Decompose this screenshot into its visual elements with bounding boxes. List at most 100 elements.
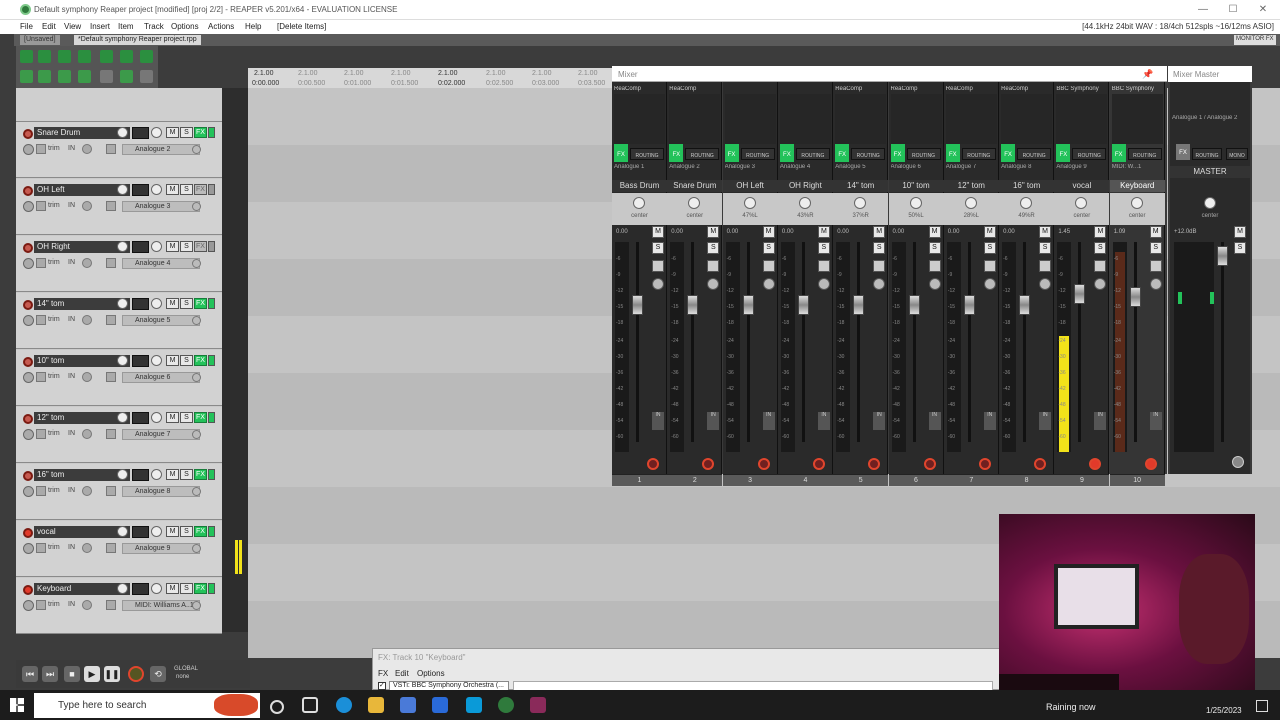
fx-slot[interactable]: BBC Symphony — [1112, 86, 1163, 94]
input-selector[interactable]: Analogue 2 — [122, 144, 200, 155]
strip-name[interactable]: vocal — [1054, 180, 1110, 192]
close-button[interactable]: ✕ — [1256, 3, 1270, 17]
monitor-icon[interactable] — [23, 201, 34, 212]
fx-button[interactable]: FX — [194, 412, 207, 423]
mute-button[interactable]: M — [762, 226, 775, 238]
go-to-end-icon[interactable]: ⏭ — [42, 666, 58, 682]
notification-icon[interactable] — [1256, 700, 1268, 712]
mute-button[interactable]: M — [1149, 226, 1162, 238]
monitor-icon[interactable] — [23, 600, 34, 611]
volume-fader-handle[interactable] — [908, 295, 920, 315]
fx-bypass-icon[interactable] — [208, 184, 215, 195]
track-name[interactable]: 16" tom — [34, 469, 130, 481]
chevron-down-icon[interactable] — [192, 316, 201, 325]
chevron-down-icon[interactable] — [82, 486, 92, 496]
mute-button[interactable]: M — [166, 526, 179, 537]
route-button[interactable] — [132, 127, 149, 139]
monitor-icon[interactable] — [23, 315, 34, 326]
input-selector[interactable]: Analogue 8 — [122, 486, 200, 497]
save-project-icon[interactable] — [58, 50, 71, 63]
volume-knob-icon[interactable] — [117, 583, 128, 594]
fx-slots-area[interactable] — [669, 94, 721, 144]
input-selector[interactable]: MIDI: Williams A..1 — [122, 600, 200, 611]
strip-name[interactable]: Snare Drum — [667, 180, 723, 192]
pan-knob-icon[interactable] — [1204, 197, 1216, 209]
fx-button[interactable]: FX — [1001, 144, 1016, 162]
routing-button[interactable]: ROUTING — [740, 148, 775, 160]
pan-knob-icon[interactable] — [633, 197, 645, 209]
input-monitor-button[interactable]: IN — [983, 412, 996, 430]
volume-fader-handle[interactable] — [1074, 284, 1086, 304]
routing-button[interactable]: ROUTING — [1072, 148, 1107, 160]
input-monitor-button[interactable]: IN — [928, 412, 941, 430]
input-type-icon[interactable] — [106, 144, 116, 154]
track-name[interactable]: 14" tom — [34, 298, 130, 310]
automation-icon[interactable] — [983, 260, 996, 272]
volume-fader-handle[interactable] — [963, 295, 975, 315]
solo-button[interactable]: S — [1094, 242, 1107, 254]
input-type-icon[interactable] — [106, 486, 116, 496]
io-icon[interactable] — [36, 258, 46, 268]
volume-fader-handle[interactable] — [853, 295, 865, 315]
input-monitor-label[interactable]: IN — [68, 145, 75, 155]
input-monitor-button[interactable]: IN — [707, 412, 720, 430]
master-solo-button[interactable]: S — [1234, 242, 1246, 254]
input-monitor-button[interactable]: IN — [817, 412, 830, 430]
fx-button[interactable]: FX — [945, 144, 960, 162]
volume-knob-icon[interactable] — [117, 469, 128, 480]
fx-bypass-icon[interactable] — [208, 241, 215, 252]
strip-name[interactable]: OH Left — [722, 180, 778, 192]
chevron-down-icon[interactable] — [82, 315, 92, 325]
solo-button[interactable]: S — [180, 526, 193, 537]
pan-knob-icon[interactable] — [1020, 197, 1033, 209]
cortana-icon[interactable] — [270, 700, 284, 714]
solo-button[interactable]: S — [180, 241, 193, 252]
fx-slots-area[interactable] — [890, 94, 942, 144]
input-monitor-label[interactable]: IN — [68, 373, 75, 383]
volume-knob-icon[interactable] — [117, 184, 128, 195]
automation-icon[interactable] — [652, 260, 664, 272]
strip-name[interactable]: 14" tom — [833, 180, 889, 192]
master-routing-button[interactable]: ROUTING — [1192, 148, 1222, 160]
input-selector[interactable]: Analogue 3 — [122, 201, 200, 212]
input-monitor-label[interactable]: IN — [68, 487, 75, 497]
fx-slots-area[interactable] — [724, 94, 776, 144]
pan-knob-icon[interactable] — [151, 127, 162, 138]
record-arm-button[interactable] — [23, 186, 33, 196]
fx-button[interactable]: FX — [835, 144, 850, 162]
chevron-down-icon[interactable] — [192, 601, 201, 610]
record-arm-button[interactable] — [23, 129, 33, 139]
solo-button[interactable]: S — [707, 242, 720, 254]
phase-icon[interactable] — [1094, 278, 1107, 290]
routing-button[interactable]: ROUTING — [906, 148, 941, 160]
fx-bypass-icon[interactable] — [208, 412, 215, 423]
menu-options[interactable]: Options — [171, 22, 199, 31]
fx-button[interactable]: FX — [194, 184, 207, 195]
fx-button[interactable]: FX — [1056, 144, 1071, 162]
route-button[interactable] — [132, 583, 149, 595]
menu-item[interactable]: Item — [118, 22, 134, 31]
solo-button[interactable]: S — [928, 242, 941, 254]
record-arm-button[interactable] — [812, 458, 825, 470]
fx-button[interactable]: FX — [1111, 144, 1126, 162]
solo-button[interactable]: S — [180, 184, 193, 195]
loop-icon[interactable] — [120, 70, 133, 83]
solo-button[interactable]: S — [983, 242, 996, 254]
strip-name[interactable]: OH Right — [777, 180, 833, 192]
fx-bypass-icon[interactable] — [208, 355, 215, 366]
fx-slot[interactable]: ReaComp — [891, 86, 942, 94]
routing-button[interactable]: ROUTING — [851, 148, 886, 160]
open-project-icon[interactable] — [38, 50, 51, 63]
menu-delete-items[interactable]: [Delete Items] — [277, 22, 326, 31]
chevron-down-icon[interactable] — [82, 429, 92, 439]
mute-button[interactable]: M — [166, 469, 179, 480]
bbc-taskbar-icon[interactable] — [530, 697, 546, 713]
fx-slot[interactable] — [725, 86, 776, 94]
pan-knob-icon[interactable] — [151, 583, 162, 594]
input-type-icon[interactable] — [106, 429, 116, 439]
input-monitor-button[interactable]: IN — [652, 412, 664, 430]
settings-icon[interactable] — [78, 50, 91, 63]
automation-mode[interactable]: none — [176, 674, 189, 680]
pan-knob-icon[interactable] — [743, 197, 756, 209]
pan-knob-icon[interactable] — [798, 197, 811, 209]
